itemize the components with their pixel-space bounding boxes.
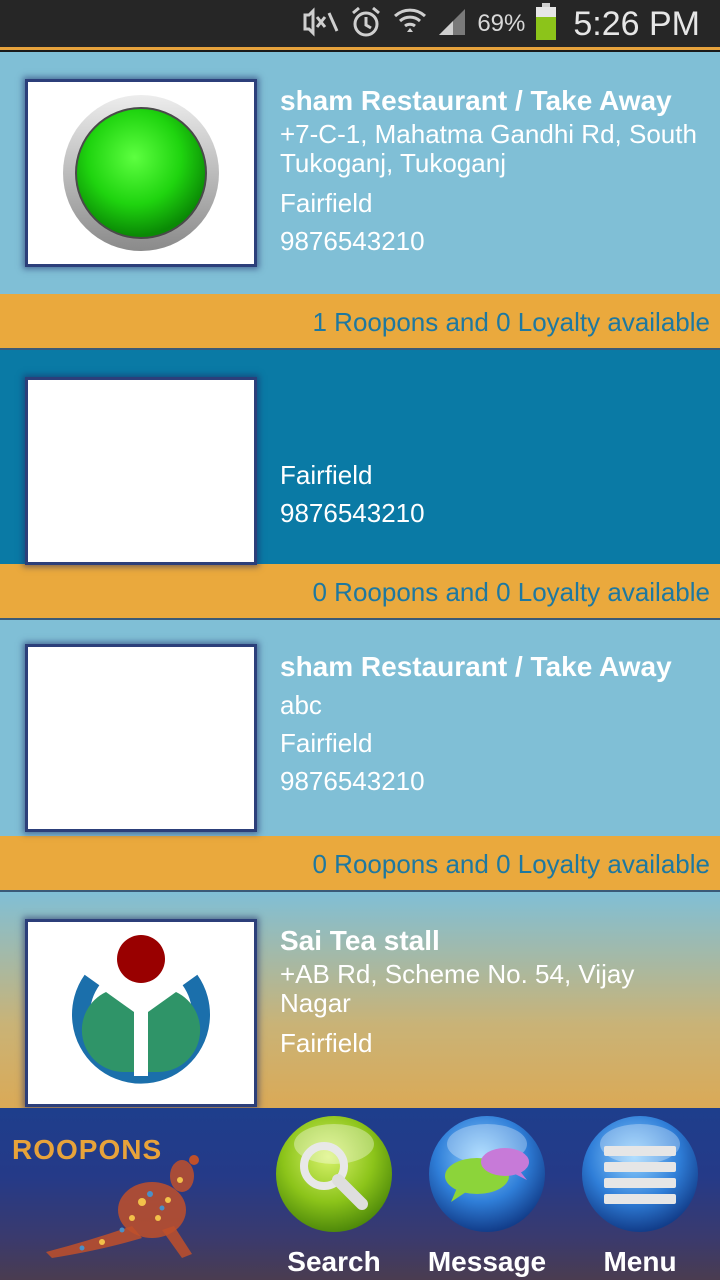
battery-icon [535, 2, 557, 46]
store-city: Fairfield [280, 188, 373, 218]
store-card[interactable]: Fairfield 9876543210 0 Roopons and 0 Loy… [0, 350, 720, 620]
wikimedia-logo-icon [72, 935, 210, 1084]
message-button[interactable]: Message [417, 1114, 557, 1280]
store-name: sham Restaurant / Take Away [280, 651, 672, 682]
store-card[interactable]: sham Restaurant / Take Away abc Fairfiel… [0, 620, 720, 892]
offers-bar: 0 Roopons and 0 Loyalty available [0, 564, 720, 620]
roopons-logo: ROOPONS [12, 1130, 222, 1270]
menu-label: Menu [603, 1246, 677, 1277]
mute-icon [301, 6, 339, 42]
clock: 5:26 PM [573, 4, 700, 43]
offers-bar: 0 Roopons and 0 Loyalty available [0, 836, 720, 892]
store-phone[interactable]: 9876543210 [280, 494, 710, 532]
store-address: abc [280, 690, 322, 720]
store-phone[interactable]: 9876543210 [280, 222, 710, 260]
signal-icon [437, 7, 467, 42]
kangaroo-icon [46, 1155, 199, 1258]
store-address: +AB Rd, Scheme No. 54, Vijay Nagar [280, 959, 635, 1018]
offers-text: 1 Roopons and 0 Loyalty available [312, 307, 710, 337]
search-button[interactable]: Search [264, 1114, 404, 1280]
menu-icon [582, 1116, 698, 1232]
store-list[interactable]: sham Restaurant / Take Away +7-C-1, Maha… [0, 52, 720, 1222]
store-address: +7-C-1, Mahatma Gandhi Rd, South Tukogan… [280, 119, 697, 178]
store-phone[interactable]: 9876543210 [280, 762, 710, 800]
message-label: Message [427, 1246, 547, 1277]
alarm-icon [349, 5, 383, 44]
wifi-icon [393, 6, 427, 43]
store-city: Fairfield [280, 460, 373, 490]
green-button-icon [63, 95, 219, 251]
store-city: Fairfield [280, 728, 373, 758]
search-icon [276, 1116, 392, 1232]
store-thumbnail [25, 644, 257, 832]
store-thumbnail [25, 377, 257, 565]
offers-text: 0 Roopons and 0 Loyalty available [312, 849, 710, 879]
menu-button[interactable]: Menu [570, 1114, 710, 1280]
store-name: Sai Tea stall [280, 925, 440, 956]
store-thumbnail [25, 919, 257, 1107]
message-icon [429, 1116, 545, 1232]
search-label: Search [287, 1246, 381, 1277]
store-name: sham Restaurant / Take Away [280, 85, 672, 116]
battery-percent: 69% [477, 10, 526, 37]
offers-bar: 1 Roopons and 0 Loyalty available [0, 294, 720, 350]
status-bar: 69% 5:26 PM [0, 0, 720, 50]
offers-text: 0 Roopons and 0 Loyalty available [312, 577, 710, 607]
bottom-nav: ROOPONS Search Message Menu [0, 1108, 720, 1280]
store-card[interactable]: sham Restaurant / Take Away +7-C-1, Maha… [0, 52, 720, 350]
store-city: Fairfield [280, 1028, 373, 1058]
store-thumbnail [25, 79, 257, 267]
